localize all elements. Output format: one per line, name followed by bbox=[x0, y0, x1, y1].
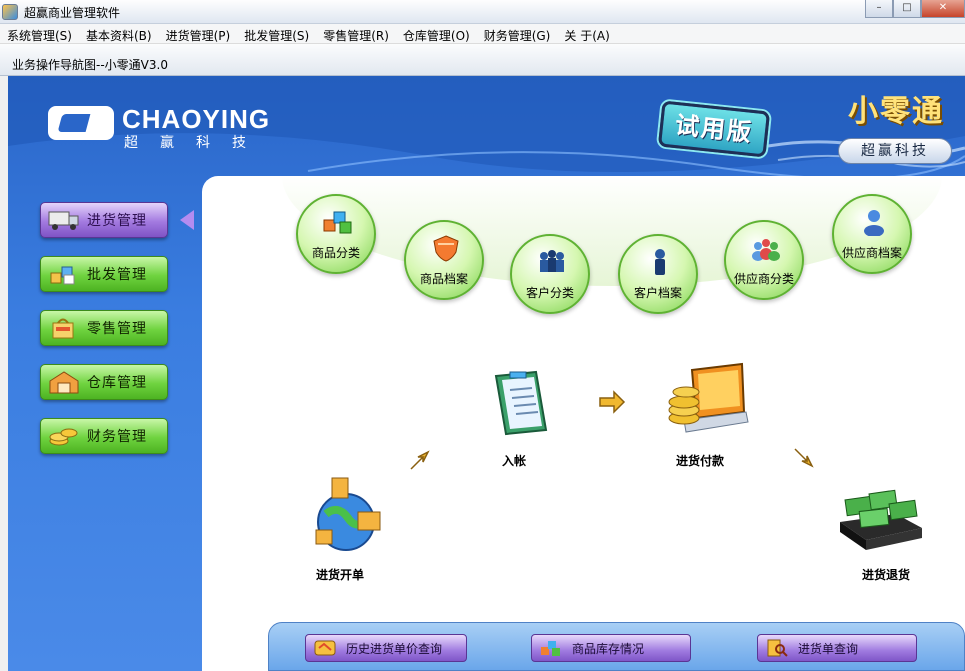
menu-about[interactable]: 关 于(A) bbox=[557, 24, 616, 43]
sidebar-item-label: 仓库管理 bbox=[87, 375, 147, 391]
shield-icon bbox=[433, 235, 459, 262]
basic-item-label: 客户分类 bbox=[525, 286, 574, 300]
bag-icon bbox=[52, 318, 74, 339]
sidebar-item-label: 批发管理 bbox=[87, 267, 147, 283]
arrow-right-icon bbox=[599, 390, 626, 414]
money-briefcase-icon[interactable] bbox=[836, 484, 926, 554]
product-name: 小零通 bbox=[848, 94, 944, 129]
clipboard-icon[interactable] bbox=[488, 370, 554, 436]
menu-system[interactable]: 系统管理(S) bbox=[0, 24, 79, 43]
flow-return-label: 进货退货 bbox=[862, 568, 911, 582]
basic-item-product-category[interactable]: 商品分类 bbox=[296, 194, 376, 274]
quick-query-bar: 历史进货单价查询 商品库存情况 进货单查询 bbox=[268, 622, 965, 671]
basic-item-label: 客户档案 bbox=[633, 286, 682, 300]
boxes-icon bbox=[50, 266, 75, 285]
history-icon bbox=[314, 640, 336, 656]
history-price-query-label: 历史进货单价查询 bbox=[346, 641, 443, 656]
basic-item-label: 供应商分类 bbox=[733, 272, 794, 286]
people-icon bbox=[752, 239, 780, 261]
basic-item-supplier-archive[interactable]: 供应商档案 bbox=[832, 194, 912, 274]
basic-item-label: 商品档案 bbox=[419, 272, 468, 286]
arrow-down-right-icon bbox=[794, 448, 814, 468]
sidebar-item-label: 财务管理 bbox=[87, 429, 147, 445]
truck-icon bbox=[48, 211, 79, 230]
window-title: 超赢商业管理软件 bbox=[24, 6, 121, 20]
stock-status-button[interactable]: 商品库存情况 bbox=[531, 634, 691, 662]
sidebar-item-finance[interactable]: 财务管理 bbox=[40, 418, 168, 454]
user-icon bbox=[864, 210, 884, 236]
menu-warehouse[interactable]: 仓库管理(O) bbox=[396, 24, 477, 43]
person-icon bbox=[655, 249, 665, 275]
basic-item-product-archive[interactable]: 商品档案 bbox=[404, 220, 484, 300]
menu-basic-data[interactable]: 基本资料(B) bbox=[79, 24, 159, 43]
arrow-up-right-icon bbox=[410, 450, 430, 470]
sidebar-item-label: 进货管理 bbox=[87, 213, 147, 229]
trial-badge-label: 试用版 bbox=[673, 111, 755, 147]
navigation-map: CHAOYING 超赢科技 试用版 小零通 超赢科技 进货管理 批发管理 零售管… bbox=[8, 76, 965, 671]
purchase-order-query-label: 进货单查询 bbox=[798, 641, 859, 656]
title-bar: 超赢商业管理软件 – □ ✕ bbox=[0, 0, 965, 24]
sidebar-item-warehouse[interactable]: 仓库管理 bbox=[40, 364, 168, 400]
logo-brand-cn: 超赢科技 bbox=[124, 135, 268, 151]
basic-item-customer-archive[interactable]: 客户档案 bbox=[618, 234, 698, 314]
flow-payment-label: 进货付款 bbox=[676, 454, 725, 468]
workflow-panel: 商品分类 商品档案 客户分类 客户档案 供应商分类 供应商档案 进货开单 入帐 … bbox=[202, 176, 965, 671]
coins-icon bbox=[49, 428, 78, 446]
purchase-order-query-button[interactable]: 进货单查询 bbox=[757, 634, 917, 662]
globe-boxes-icon[interactable] bbox=[308, 474, 388, 558]
sidebar-item-wholesale[interactable]: 批发管理 bbox=[40, 256, 168, 292]
basic-item-customer-category[interactable]: 客户分类 bbox=[510, 234, 590, 314]
stock-status-label: 商品库存情况 bbox=[572, 641, 645, 656]
logo-mark-icon bbox=[48, 106, 114, 140]
flow-open-order-label: 进货开单 bbox=[316, 568, 365, 582]
laptop-coins-icon[interactable] bbox=[664, 360, 750, 440]
sidebar-item-purchase[interactable]: 进货管理 bbox=[40, 202, 168, 238]
cubes-icon bbox=[323, 211, 352, 234]
menu-wholesale[interactable]: 批发管理(S) bbox=[237, 24, 316, 43]
minimize-button[interactable]: – bbox=[865, 0, 893, 18]
subwindow-title: 业务操作导航图--小零通V3.0 bbox=[12, 58, 168, 72]
product-subtitle: 超赢科技 bbox=[838, 138, 952, 164]
logo-brand: CHAOYING bbox=[122, 104, 271, 134]
search-doc-icon bbox=[767, 639, 788, 657]
basic-item-label: 供应商档案 bbox=[841, 246, 902, 260]
menu-purchase[interactable]: 进货管理(P) bbox=[159, 24, 238, 43]
maximize-button[interactable]: □ bbox=[893, 0, 921, 18]
app-icon bbox=[2, 4, 18, 20]
stock-icon bbox=[541, 641, 560, 656]
basic-item-supplier-category[interactable]: 供应商分类 bbox=[724, 220, 804, 300]
group-icon bbox=[540, 250, 564, 272]
menu-bar: 系统管理(S) 基本资料(B) 进货管理(P) 批发管理(S) 零售管理(R) … bbox=[0, 24, 965, 44]
active-indicator-arrow-icon bbox=[180, 210, 194, 230]
sidebar-item-label: 零售管理 bbox=[87, 321, 147, 337]
subwindow-caption: 业务操作导航图--小零通V3.0 bbox=[0, 44, 965, 76]
history-price-query-button[interactable]: 历史进货单价查询 bbox=[305, 634, 467, 662]
window-controls: – □ ✕ bbox=[865, 0, 965, 20]
close-button[interactable]: ✕ bbox=[921, 0, 965, 18]
basic-item-label: 商品分类 bbox=[311, 246, 360, 260]
sidebar-item-retail[interactable]: 零售管理 bbox=[40, 310, 168, 346]
menu-finance[interactable]: 财务管理(G) bbox=[477, 24, 558, 43]
menu-retail[interactable]: 零售管理(R) bbox=[316, 24, 396, 43]
flow-post-label: 入帐 bbox=[502, 454, 527, 468]
warehouse-icon bbox=[49, 371, 79, 394]
